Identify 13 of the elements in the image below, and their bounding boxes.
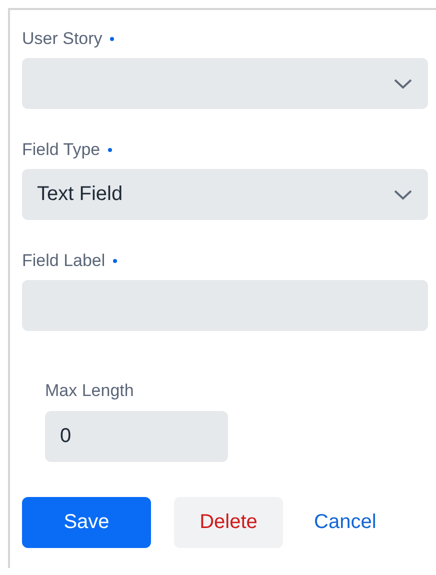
delete-button[interactable]: Delete: [174, 497, 283, 548]
select-field[interactable]: [22, 58, 428, 109]
input-field[interactable]: [22, 280, 428, 331]
field-label: User Story: [22, 29, 102, 49]
select-field[interactable]: Text Field: [22, 169, 428, 220]
chevron-down-icon: [394, 190, 412, 200]
field-label: Max Length: [45, 381, 134, 401]
field-label: Field Type: [22, 140, 100, 160]
field-label: Field Label: [22, 251, 106, 271]
save-button[interactable]: Save: [22, 497, 151, 548]
chevron-down-icon: [394, 78, 412, 88]
number-field[interactable]: 0: [45, 411, 228, 462]
cancel-link[interactable]: Cancel: [306, 497, 384, 548]
